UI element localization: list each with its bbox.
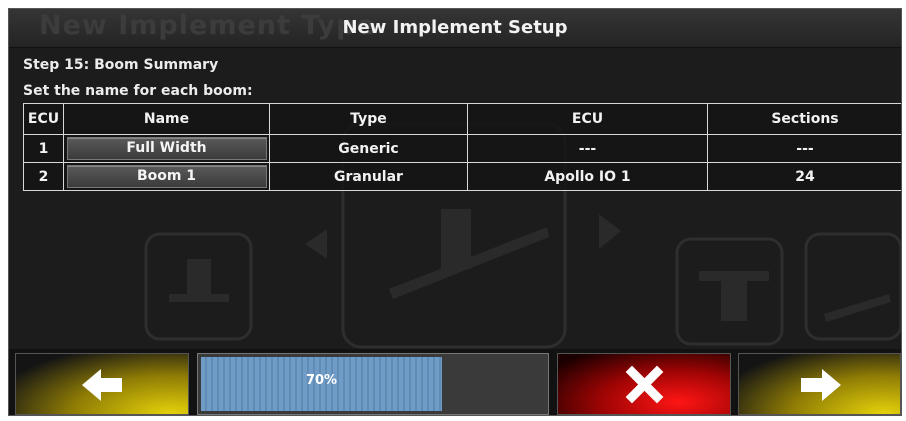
boom-summary-table: ECU Name Type ECU Sections 1 Full Width …	[23, 103, 901, 191]
boom-name-button[interactable]: Boom 1	[66, 165, 267, 188]
back-button[interactable]	[15, 353, 189, 415]
title-bar: New Implement Type New Implement Setup	[9, 9, 901, 48]
table-header-row: ECU Name Type ECU Sections	[23, 103, 901, 135]
column-header-type: Type	[269, 103, 468, 135]
boom-name-button[interactable]: Full Width	[66, 137, 267, 160]
cell-ecu-name: Apollo IO 1	[467, 162, 708, 191]
cancel-button[interactable]	[557, 353, 731, 415]
progress-label: 70%	[305, 373, 338, 388]
column-header-sections: Sections	[707, 103, 901, 135]
arrow-left-icon	[82, 369, 122, 401]
cell-ecu: 2	[23, 162, 64, 191]
cell-type: Generic	[269, 134, 468, 163]
column-header-ecu-name: ECU	[467, 103, 708, 135]
cell-name: Full Width	[63, 134, 270, 163]
table-row: 1 Full Width Generic --- ---	[23, 134, 901, 163]
column-header-ecu: ECU	[23, 103, 64, 135]
next-button[interactable]	[738, 353, 901, 415]
cell-ecu: 1	[23, 134, 64, 163]
page-title: New Implement Setup	[342, 17, 568, 38]
bottom-navigation-bar: 70%	[9, 349, 901, 415]
step-label: Step 15: Boom Summary	[23, 57, 219, 73]
cell-ecu-name: ---	[467, 134, 708, 163]
cell-type: Granular	[269, 162, 468, 191]
cell-sections: 24	[707, 162, 901, 191]
cell-sections: ---	[707, 134, 901, 163]
implement-setup-screen: New Implement Type New Implement Setup S…	[8, 8, 902, 416]
close-icon	[625, 365, 664, 404]
column-header-name: Name	[63, 103, 270, 135]
table-row: 2 Boom 1 Granular Apollo IO 1 24	[23, 162, 901, 191]
arrow-right-icon	[801, 369, 841, 401]
cell-name: Boom 1	[63, 162, 270, 191]
instruction-label: Set the name for each boom:	[23, 83, 253, 99]
setup-progress-bar: 70%	[197, 353, 549, 415]
